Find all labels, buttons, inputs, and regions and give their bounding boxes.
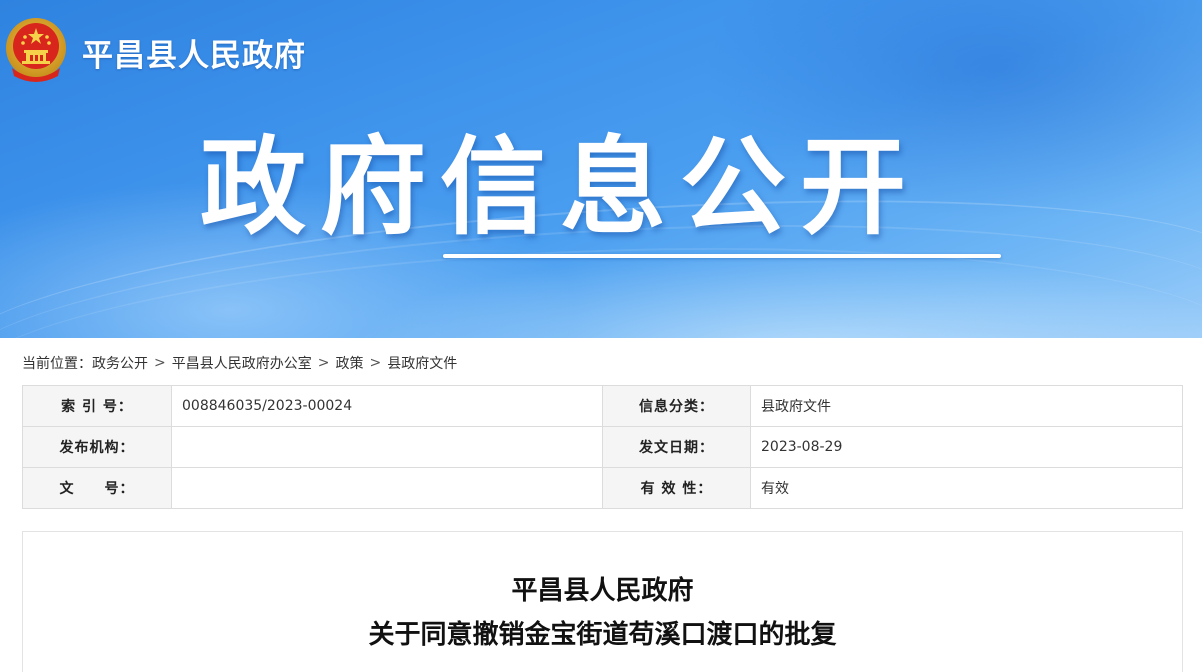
- breadcrumb-item-office[interactable]: 平昌县人民政府办公室: [172, 353, 312, 373]
- meta-value-publisher: [171, 426, 603, 468]
- breadcrumb-item-gov-affairs[interactable]: 政务公开: [92, 353, 148, 373]
- meta-value-category: 县政府文件: [750, 385, 1183, 427]
- meta-label-index-number: 索 引 号：: [22, 385, 172, 427]
- site-title[interactable]: 平昌县人民政府: [82, 30, 306, 75]
- meta-value-doc-number: [171, 467, 603, 509]
- meta-label-validity: 有 效 性：: [602, 467, 751, 509]
- breadcrumb: 当前位置： 政务公开 > 平昌县人民政府办公室 > 政策 > 县政府文件: [22, 352, 457, 374]
- banner-heading: 政府信息公开: [200, 126, 920, 249]
- meta-row: 文 号： 有 效 性： 有效: [22, 467, 1183, 509]
- breadcrumb-separator: >: [154, 355, 166, 371]
- breadcrumb-separator: >: [369, 355, 382, 371]
- meta-value-index-number: 008846035/2023-00024: [171, 385, 603, 427]
- breadcrumb-item-county-docs[interactable]: 县政府文件: [387, 353, 457, 373]
- meta-label-category: 信息分类：: [602, 385, 751, 427]
- meta-row: 发布机构： 发文日期： 2023-08-29: [22, 426, 1183, 468]
- national-emblem-icon[interactable]: [4, 16, 68, 84]
- meta-label-publisher: 发布机构：: [22, 426, 172, 468]
- document-title-subject: 关于同意撤销金宝街道苟溪口渡口的批复: [368, 620, 837, 650]
- meta-row: 索 引 号： 008846035/2023-00024 信息分类： 县政府文件: [22, 385, 1183, 427]
- document-meta-table: 索 引 号： 008846035/2023-00024 信息分类： 县政府文件 …: [22, 385, 1183, 509]
- breadcrumb-item-policy[interactable]: 政策: [335, 353, 363, 373]
- meta-label-issue-date: 发文日期：: [602, 426, 751, 468]
- heading-underline: [443, 254, 1001, 258]
- header-banner: 平昌县人民政府 政府信息公开: [0, 0, 1202, 338]
- meta-label-doc-number: 文 号：: [22, 467, 172, 509]
- meta-value-validity: 有效: [750, 467, 1183, 509]
- document-content: 平昌县人民政府 关于同意撤销金宝街道苟溪口渡口的批复: [22, 531, 1183, 672]
- breadcrumb-separator: >: [317, 355, 330, 371]
- meta-value-issue-date: 2023-08-29: [750, 426, 1183, 468]
- document-title-issuer: 平昌县人民政府: [511, 576, 694, 606]
- breadcrumb-prefix: 当前位置：: [22, 356, 92, 372]
